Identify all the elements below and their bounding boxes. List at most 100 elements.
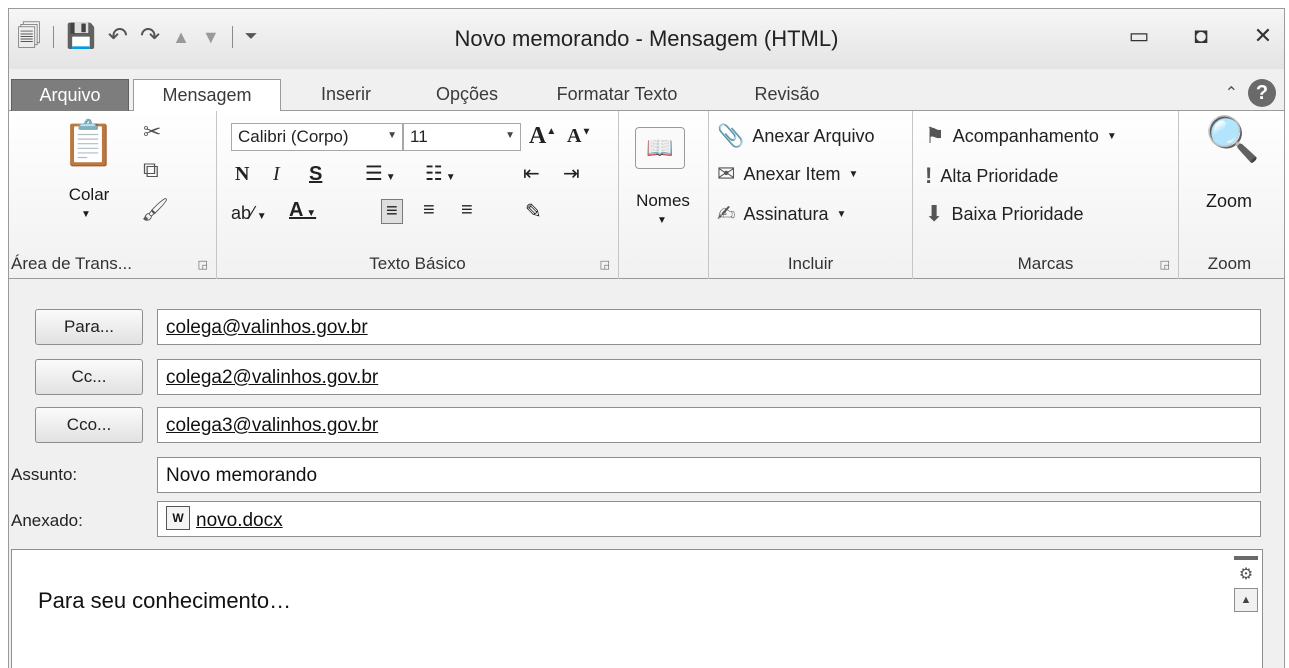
low-priority-label: Baixa Prioridade — [951, 203, 1084, 224]
subject-label: Assunto: — [11, 465, 78, 484]
compose-area: Para... colega@valinhos.gov.br Cc... col… — [9, 279, 1284, 668]
window-controls: ▭ ◘ ✕ — [1128, 23, 1274, 49]
shrink-font-icon[interactable]: A▼ — [567, 125, 591, 148]
address-book-icon[interactable]: 📖 — [635, 127, 685, 169]
numbering-icon[interactable]: ☷ ▼ — [425, 161, 456, 186]
grow-font-icon[interactable]: A▲ — [529, 123, 556, 150]
close-icon[interactable]: ✕ — [1252, 23, 1274, 49]
maximize-icon[interactable]: ◘ — [1190, 23, 1212, 49]
subject-value: Novo memorando — [166, 465, 318, 486]
group-basic-text: Calibri (Corpo) ▼ 11 ▼ A▲ A▼ N I S ☰ ▼ ☷… — [217, 111, 619, 279]
bold-button[interactable]: N — [235, 163, 249, 186]
spelling-icon[interactable]: ✎ — [525, 199, 542, 224]
down-arrow-icon: ⬇ — [925, 201, 944, 226]
chevron-down-icon: ▼ — [505, 130, 515, 141]
ribbon-tabs: Arquivo Mensagem Inserir Opções Formatar… — [9, 73, 1284, 112]
group-clipboard: 📋 Colar ▼ ✂ ⧉ 🖌 Área de Trans... ◲ — [9, 111, 217, 279]
bcc-field[interactable]: colega3@valinhos.gov.br — [157, 407, 1261, 443]
help-icon[interactable]: ? — [1248, 79, 1276, 107]
signature-button[interactable]: ✍ Assinatura ▼ — [717, 201, 846, 227]
paste-icon[interactable]: 📋 — [61, 117, 116, 169]
follow-up-label: Acompanhamento — [952, 125, 1099, 146]
ruler-toggle-icon[interactable]: ⚙ — [1234, 564, 1258, 584]
group-label-tags: Marcas — [1017, 254, 1074, 273]
group-tags: ⚑ Acompanhamento ▼ ! Alta Prioridade ⬇ B… — [913, 111, 1179, 279]
chevron-down-icon[interactable]: ▼ — [657, 215, 667, 226]
underline-button[interactable]: S — [309, 163, 322, 186]
subject-field[interactable]: Novo memorando — [157, 457, 1261, 493]
low-priority-button[interactable]: ⬇ Baixa Prioridade — [925, 201, 1084, 227]
tab-revisao[interactable]: Revisão — [737, 79, 837, 111]
paperclip-icon: 📎 — [717, 123, 745, 148]
signature-label: Assinatura — [743, 203, 829, 224]
cc-field[interactable]: colega2@valinhos.gov.br — [157, 359, 1261, 395]
paste-button[interactable]: Colar — [59, 185, 119, 205]
high-priority-label: Alta Prioridade — [940, 165, 1059, 186]
paste-dropdown-icon[interactable]: ▼ — [81, 209, 91, 220]
bcc-recipient[interactable]: colega3@valinhos.gov.br — [166, 415, 378, 436]
scrollbar-split-handle[interactable] — [1234, 556, 1258, 560]
chevron-down-icon: ▼ — [387, 130, 397, 141]
zoom-button[interactable]: Zoom — [1179, 191, 1279, 212]
cc-button[interactable]: Cc... — [35, 359, 143, 395]
to-field[interactable]: colega@valinhos.gov.br — [157, 309, 1261, 345]
align-right-icon[interactable]: ≡ — [461, 199, 473, 222]
attachment-file[interactable]: novo.docx — [196, 510, 283, 531]
tab-arquivo[interactable]: Arquivo — [11, 79, 129, 111]
window-title: Novo memorando - Mensagem (HTML) — [454, 26, 839, 51]
align-center-icon[interactable]: ≡ — [423, 199, 435, 222]
font-name-value: Calibri (Corpo) — [238, 127, 349, 146]
ribbon-help-area: ⌃ ? — [1225, 79, 1276, 107]
scroll-up-icon[interactable]: ▲ — [1234, 588, 1258, 612]
tab-formatar-texto[interactable]: Formatar Texto — [537, 79, 697, 111]
dialog-launcher-icon[interactable]: ◲ — [600, 258, 610, 271]
body-text: Para seu conhecimento… — [38, 588, 292, 613]
attach-file-button[interactable]: 📎 Anexar Arquivo — [717, 123, 874, 149]
chevron-down-icon: ▼ — [836, 208, 847, 220]
follow-up-button[interactable]: ⚑ Acompanhamento ▼ — [925, 123, 1117, 149]
tab-mensagem[interactable]: Mensagem — [133, 79, 281, 112]
message-body[interactable]: Para seu conhecimento… ⚙ ▲ — [11, 549, 1263, 668]
align-left-icon[interactable]: ≡ — [381, 199, 403, 224]
cc-recipient[interactable]: colega2@valinhos.gov.br — [166, 367, 378, 388]
chevron-down-icon: ▼ — [1106, 130, 1117, 142]
decrease-indent-icon[interactable]: ⇤ — [523, 161, 540, 186]
attached-field: Wnovo.docx — [157, 501, 1261, 537]
bullets-icon[interactable]: ☰ ▼ — [365, 161, 396, 186]
envelope-attach-icon: ✉ — [717, 161, 736, 186]
font-color-icon[interactable]: A ▼ — [289, 199, 316, 222]
group-label-clipboard: Área de Trans... — [11, 254, 132, 273]
collapse-ribbon-icon[interactable]: ⌃ — [1225, 83, 1238, 103]
group-names: 📖 Nomes ▼ — [619, 111, 709, 279]
cut-icon[interactable]: ✂ — [143, 119, 161, 145]
attach-item-button[interactable]: ✉ Anexar Item ▼ — [717, 161, 858, 187]
vertical-scrollbar[interactable]: ⚙ ▲ — [1234, 556, 1258, 612]
tab-opcoes[interactable]: Opções — [417, 79, 517, 111]
increase-indent-icon[interactable]: ⇥ — [563, 161, 580, 186]
to-recipient[interactable]: colega@valinhos.gov.br — [166, 317, 368, 338]
exclamation-icon: ! — [925, 163, 933, 188]
dialog-launcher-icon[interactable]: ◲ — [198, 258, 208, 271]
copy-icon[interactable]: ⧉ — [143, 157, 159, 183]
font-size-select[interactable]: 11 ▼ — [403, 123, 521, 151]
group-label-zoom: Zoom — [1207, 254, 1252, 273]
italic-button[interactable]: I — [273, 163, 280, 186]
magnifier-icon[interactable]: 🔍 — [1205, 113, 1260, 165]
attach-item-label: Anexar Item — [743, 163, 841, 184]
bcc-button[interactable]: Cco... — [35, 407, 143, 443]
to-button[interactable]: Para... — [35, 309, 143, 345]
format-painter-icon[interactable]: 🖌 — [141, 197, 169, 223]
dialog-launcher-icon[interactable]: ◲ — [1160, 258, 1170, 271]
group-zoom: 🔍 Zoom Zoom — [1179, 111, 1284, 279]
attach-file-label: Anexar Arquivo — [752, 125, 875, 146]
minimize-icon[interactable]: ▭ — [1128, 23, 1150, 49]
group-label-basic-text: Texto Básico — [369, 254, 466, 273]
tab-inserir[interactable]: Inserir — [299, 79, 393, 111]
highlight-icon[interactable]: ab⁄ ▼ — [231, 203, 267, 224]
font-name-select[interactable]: Calibri (Corpo) ▼ — [231, 123, 403, 151]
high-priority-button[interactable]: ! Alta Prioridade — [925, 163, 1058, 189]
flag-icon: ⚑ — [925, 123, 945, 148]
names-button[interactable]: Nomes — [619, 191, 707, 211]
signature-icon: ✍ — [717, 201, 736, 226]
chevron-down-icon: ▼ — [848, 168, 859, 180]
